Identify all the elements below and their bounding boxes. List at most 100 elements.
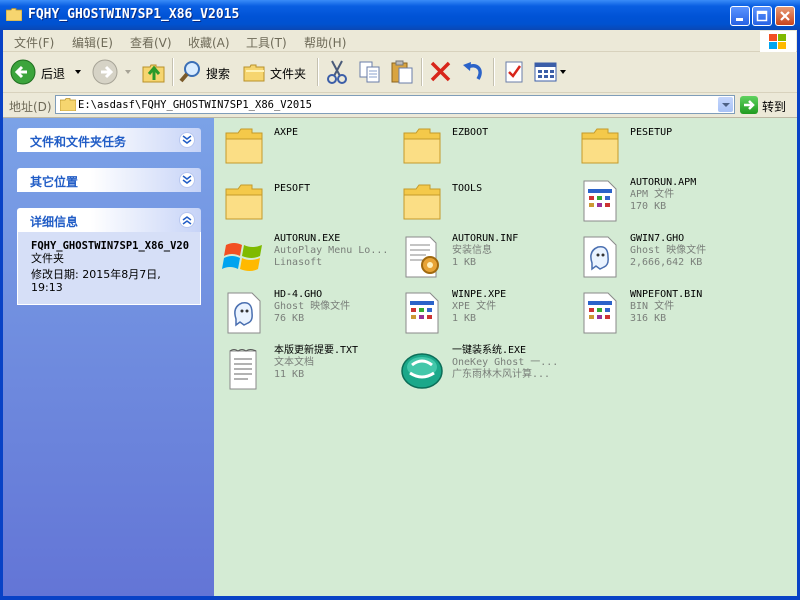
onekey-ghost-icon <box>401 353 443 389</box>
toolbar-separator <box>421 58 423 86</box>
views-button[interactable] <box>533 59 569 85</box>
back-button[interactable]: 后退 <box>10 59 81 85</box>
task-pane: 文件和文件夹任务 其它位置 详细信息 FQHY_GHOSTWIN7SP1_X86… <box>0 118 214 596</box>
file-item-autorun-exe[interactable]: AUTORUN.EXE AutoPlay Menu Lo... Linasoft <box>216 230 394 282</box>
address-label: 地址(D) <box>9 100 52 114</box>
forward-dropdown-icon[interactable] <box>125 70 131 74</box>
folder-icon <box>403 184 441 220</box>
expand-chevron-icon[interactable] <box>179 172 195 188</box>
file-item-pesoft[interactable]: PESOFT <box>216 174 394 226</box>
windows-flag-icon <box>769 34 786 49</box>
file-company: Linasoft <box>274 257 323 268</box>
address-input[interactable]: E:\asdasf\FQHY_GHOSTWIN7SP1_X86_V2015 <box>55 95 735 114</box>
go-label: 转到 <box>762 100 787 114</box>
text-file-icon <box>229 349 257 390</box>
file-name: PESETUP <box>630 127 673 138</box>
file-list-pane[interactable]: AXPE EZBOOT PESETUP PESOFT TOOLS AUTORUN… <box>214 118 798 596</box>
file-name: WINPE.XPE <box>452 289 507 300</box>
detail-type: 文件夹 <box>31 252 64 265</box>
paste-button[interactable] <box>389 59 415 85</box>
folder-icon <box>225 184 263 220</box>
cut-button[interactable] <box>324 59 350 85</box>
minimize-button[interactable] <box>730 6 750 26</box>
folders-label: 文件夹 <box>270 67 307 81</box>
file-size: 170 KB <box>630 201 667 212</box>
folder-icon <box>6 8 22 21</box>
file-type: APM 文件 <box>630 189 675 200</box>
file-type: XPE 文件 <box>452 301 497 312</box>
file-item-ezboot[interactable]: EZBOOT <box>394 118 572 170</box>
generic-file-icon <box>583 292 617 334</box>
go-button[interactable]: 转到 <box>740 96 798 114</box>
forward-button[interactable] <box>92 59 132 85</box>
windows-flag-logo <box>760 31 796 53</box>
folders-button[interactable]: 文件夹 <box>242 59 310 85</box>
menu-view[interactable]: 查看(V) <box>130 34 172 51</box>
menu-file[interactable]: 文件(F) <box>14 34 54 51</box>
file-type: OneKey Ghost 一... <box>452 357 559 368</box>
panel-header[interactable]: 详细信息 <box>17 208 201 232</box>
delete-button[interactable] <box>428 59 454 85</box>
folder-icon <box>225 128 263 164</box>
file-item-tools[interactable]: TOOLS <box>394 174 572 226</box>
address-dropdown-button[interactable] <box>718 97 733 112</box>
collapse-chevron-icon[interactable] <box>179 212 195 228</box>
ghost-image-icon <box>227 292 261 334</box>
window-title: FQHY_GHOSTWIN7SP1_X86_V2015 <box>28 7 240 22</box>
file-size: 11 KB <box>274 369 305 380</box>
search-button[interactable]: 搜索 <box>178 59 236 85</box>
file-item-gwin7-gho[interactable]: GWIN7.GHO Ghost 映像文件 2,666,642 KB <box>572 230 750 282</box>
title-bar[interactable]: FQHY_GHOSTWIN7SP1_X86_V2015 <box>0 0 800 30</box>
window-frame <box>0 30 3 600</box>
details-body: FQHY_GHOSTWIN7SP1_X86_V2015 文件夹 修改日期: 20… <box>17 232 201 305</box>
file-name: PESOFT <box>274 183 311 194</box>
copy-button[interactable] <box>357 59 383 85</box>
file-item-autorun-inf[interactable]: AUTORUN.INF 安装信息 1 KB <box>394 230 572 282</box>
file-item-onekey-exe[interactable]: 一键装系统.EXE OneKey Ghost 一... 广东雨林木风计算... <box>394 342 572 394</box>
menu-favorites[interactable]: 收藏(A) <box>188 34 230 51</box>
file-name: AUTORUN.APM <box>630 177 697 188</box>
panel-header[interactable]: 其它位置 <box>17 168 201 192</box>
address-path: E:\asdasf\FQHY_GHOSTWIN7SP1_X86_V2015 <box>78 99 312 111</box>
properties-button[interactable] <box>502 59 528 85</box>
undo-button[interactable] <box>460 59 486 85</box>
file-item-pesetup[interactable]: PESETUP <box>572 118 750 170</box>
back-dropdown-icon[interactable] <box>75 70 81 74</box>
maximize-button[interactable] <box>752 6 772 26</box>
window-frame <box>0 596 800 600</box>
file-name: 一键装系统.EXE <box>452 345 527 356</box>
close-button[interactable] <box>775 6 795 26</box>
file-name: TOOLS <box>452 183 483 194</box>
file-item-winpe-xpe[interactable]: WINPE.XPE XPE 文件 1 KB <box>394 286 572 338</box>
menu-bar: 文件(F) 编辑(E) 查看(V) 收藏(A) 工具(T) 帮助(H) <box>0 30 800 52</box>
file-name: GWIN7.GHO <box>630 233 685 244</box>
standard-toolbar: 后退 搜索 文件夹 <box>0 52 800 93</box>
file-size: 2,666,642 KB <box>630 257 703 268</box>
go-arrow-icon <box>740 96 758 114</box>
file-name: WNPEFONT.BIN <box>630 289 703 300</box>
file-name: EZBOOT <box>452 127 489 138</box>
panel-header[interactable]: 文件和文件夹任务 <box>17 128 201 152</box>
file-item-wnpefont-bin[interactable]: WNPEFONT.BIN BIN 文件 316 KB <box>572 286 750 338</box>
up-folder-button[interactable] <box>141 59 167 85</box>
menu-edit[interactable]: 编辑(E) <box>72 34 113 51</box>
menu-help[interactable]: 帮助(H) <box>304 34 346 51</box>
delete-icon <box>430 61 451 82</box>
address-bar: 地址(D) E:\asdasf\FQHY_GHOSTWIN7SP1_X86_V2… <box>0 93 800 118</box>
setup-info-icon <box>405 236 439 278</box>
details-panel: 详细信息 FQHY_GHOSTWIN7SP1_X86_V2015 文件夹 修改日… <box>17 208 201 305</box>
file-item-autorun-apm[interactable]: AUTORUN.APM APM 文件 170 KB <box>572 174 750 226</box>
file-name: HD-4.GHO <box>274 289 323 300</box>
ghost-image-icon <box>583 236 617 278</box>
windows-logo-icon <box>222 243 262 271</box>
file-item-hd4-gho[interactable]: HD-4.GHO Ghost 映像文件 76 KB <box>216 286 394 338</box>
toolbar-separator <box>493 58 495 86</box>
file-type: AutoPlay Menu Lo... <box>274 245 389 256</box>
file-size: 76 KB <box>274 313 305 324</box>
expand-chevron-icon[interactable] <box>179 132 195 148</box>
file-item-update-notes-txt[interactable]: 本版更新提要.TXT 文本文档 11 KB <box>216 342 394 394</box>
views-dropdown-icon[interactable] <box>560 70 566 74</box>
file-item-axpe[interactable]: AXPE <box>216 118 394 170</box>
file-name: AXPE <box>274 127 299 138</box>
menu-tools[interactable]: 工具(T) <box>246 34 287 51</box>
